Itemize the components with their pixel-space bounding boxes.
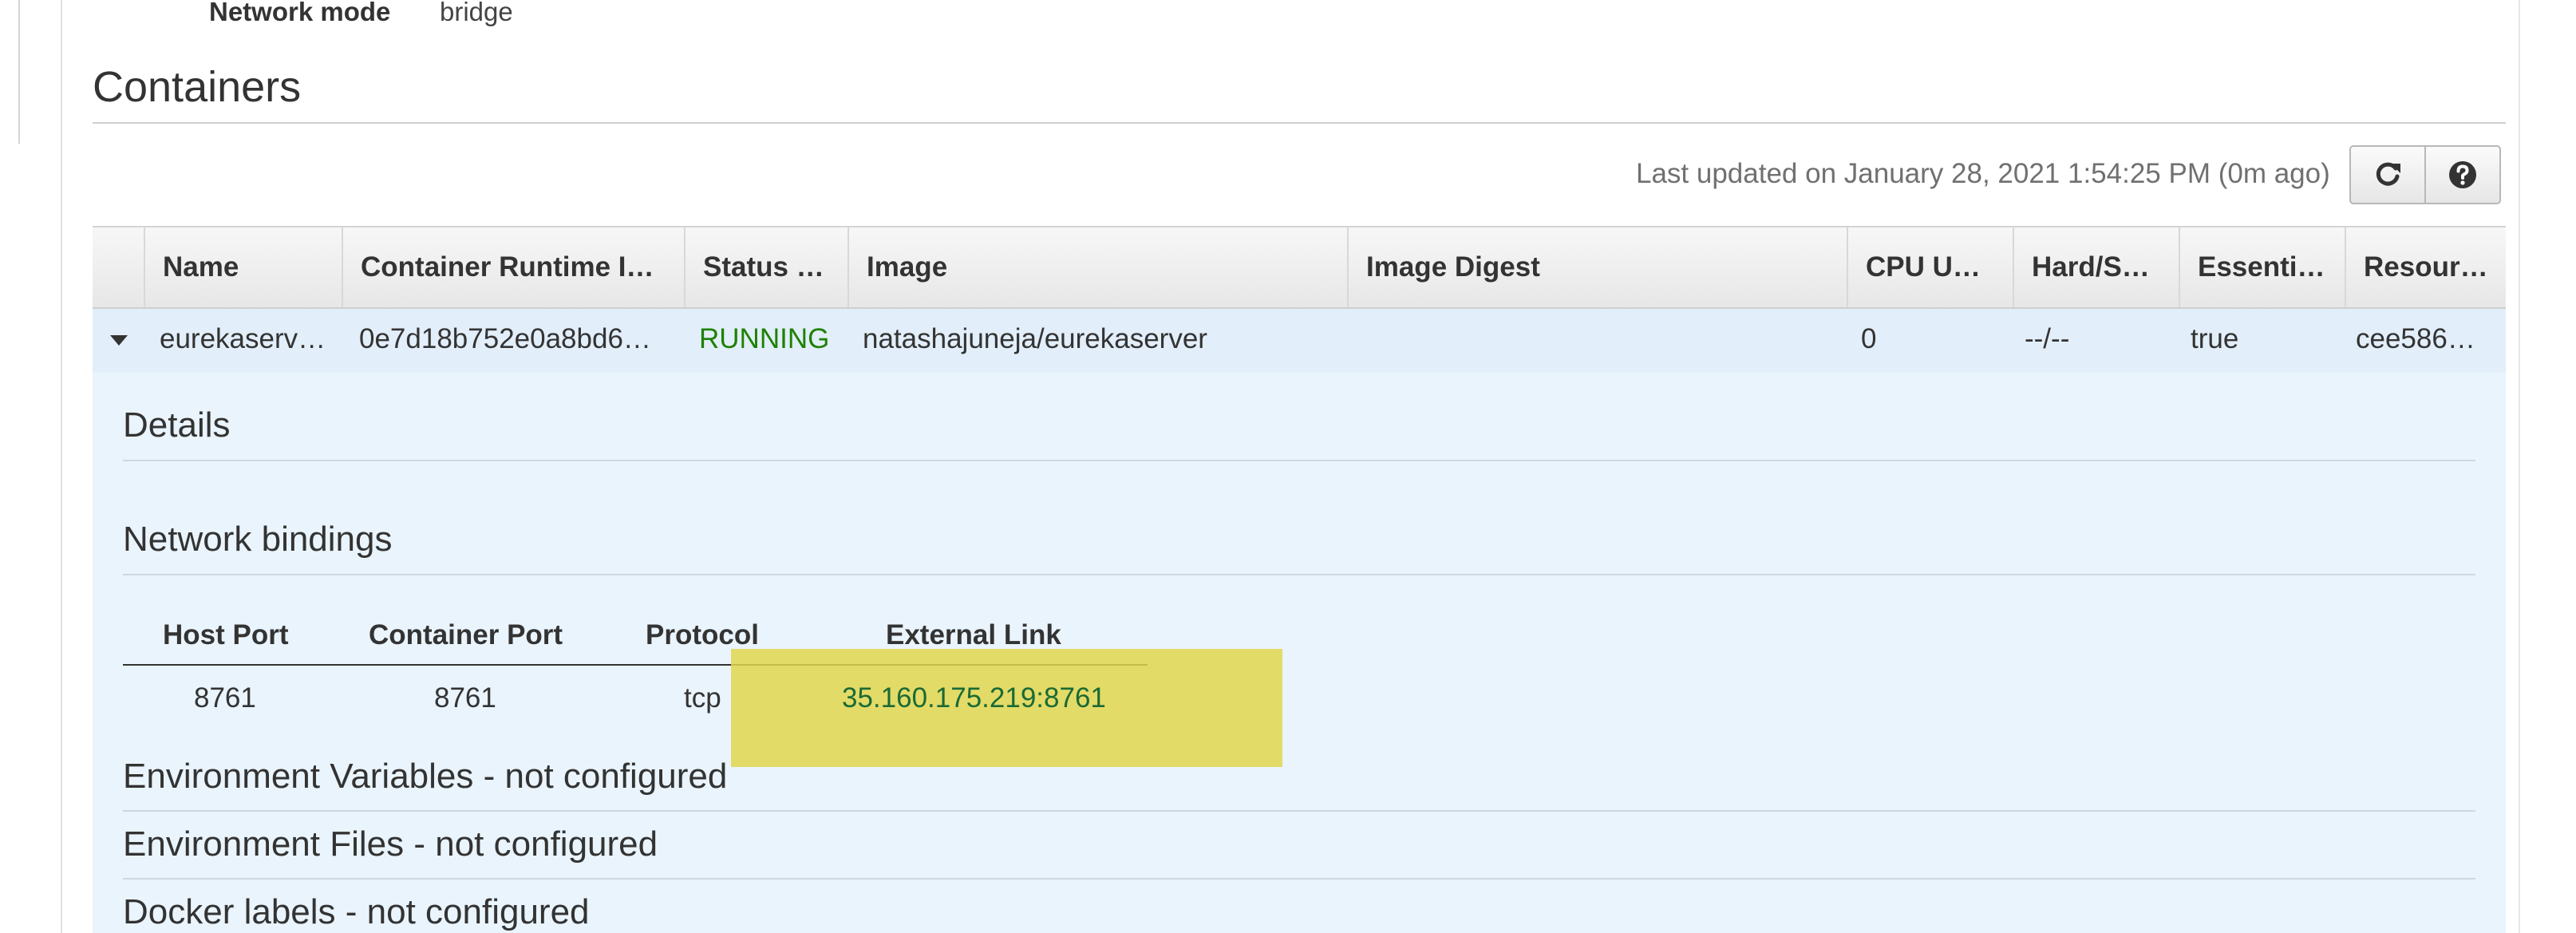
column-header-image-digest[interactable]: Image Digest	[1347, 227, 1847, 307]
refresh-icon	[2376, 162, 2400, 186]
container-runtime-id: 0e7d18b752e0a8bd6…	[359, 323, 651, 354]
network-bindings-heading: Network bindings	[123, 520, 393, 559]
panel-border-left	[61, 0, 62, 933]
column-header-resource[interactable]: Resour…	[2345, 227, 2506, 307]
container-hard-soft-limits: --/--	[2025, 323, 2070, 354]
column-header-image[interactable]: Image	[847, 227, 1347, 307]
env-files-divider	[123, 878, 2475, 880]
nb-header-external-link: External Link	[886, 619, 1061, 650]
env-vars-divider	[123, 810, 2475, 812]
nb-header-host-port: Host Port	[163, 619, 289, 650]
container-essential: true	[2191, 323, 2239, 354]
nb-protocol: tcp	[684, 682, 721, 714]
outer-border	[18, 0, 20, 144]
panel-border-right	[2519, 0, 2520, 933]
last-updated-text: Last updated on January 28, 2021 1:54:25…	[1636, 158, 2330, 189]
status-badge: RUNNING	[699, 323, 830, 354]
help-icon	[2449, 161, 2476, 188]
nb-header-container-port: Container Port	[369, 619, 563, 650]
column-header-status[interactable]: Status …	[684, 227, 847, 307]
container-cpu: 0	[1861, 323, 1877, 354]
network-mode-label: Network mode	[209, 0, 391, 26]
container-name[interactable]: eurekaserv…	[160, 323, 326, 355]
details-divider	[123, 460, 2475, 461]
containers-title: Containers	[93, 63, 302, 111]
details-heading: Details	[123, 405, 231, 445]
caret-down-icon[interactable]	[110, 335, 128, 346]
environment-variables-heading[interactable]: Environment Variables - not configured	[123, 757, 727, 797]
title-divider	[93, 122, 2506, 124]
column-header-hard-soft[interactable]: Hard/S…	[2013, 227, 2179, 307]
container-resource: cee586…	[2356, 323, 2475, 354]
nb-container-port: 8761	[434, 682, 496, 714]
external-link[interactable]: 35.160.175.219:8761	[842, 682, 1106, 714]
column-header-name[interactable]: Name	[144, 227, 342, 307]
docker-labels-heading[interactable]: Docker labels - not configured	[123, 892, 590, 932]
nb-header-protocol: Protocol	[646, 619, 759, 650]
network-bindings-divider	[123, 574, 2475, 575]
column-header-runtime-id[interactable]: Container Runtime I…	[342, 227, 684, 307]
help-button[interactable]	[2424, 145, 2501, 204]
container-image: natashajuneja/eurekaserver	[863, 323, 1207, 354]
containers-table-header: Name Container Runtime I… Status … Image…	[93, 226, 2506, 309]
column-header-cpu[interactable]: CPU U…	[1847, 227, 2013, 307]
refresh-button[interactable]	[2349, 145, 2426, 204]
network-mode-value: bridge	[440, 0, 513, 26]
column-header-essential[interactable]: Essenti…	[2179, 227, 2345, 307]
nb-host-port: 8761	[194, 682, 256, 714]
environment-files-heading[interactable]: Environment Files - not configured	[123, 824, 658, 864]
expand-column-header	[93, 227, 144, 307]
